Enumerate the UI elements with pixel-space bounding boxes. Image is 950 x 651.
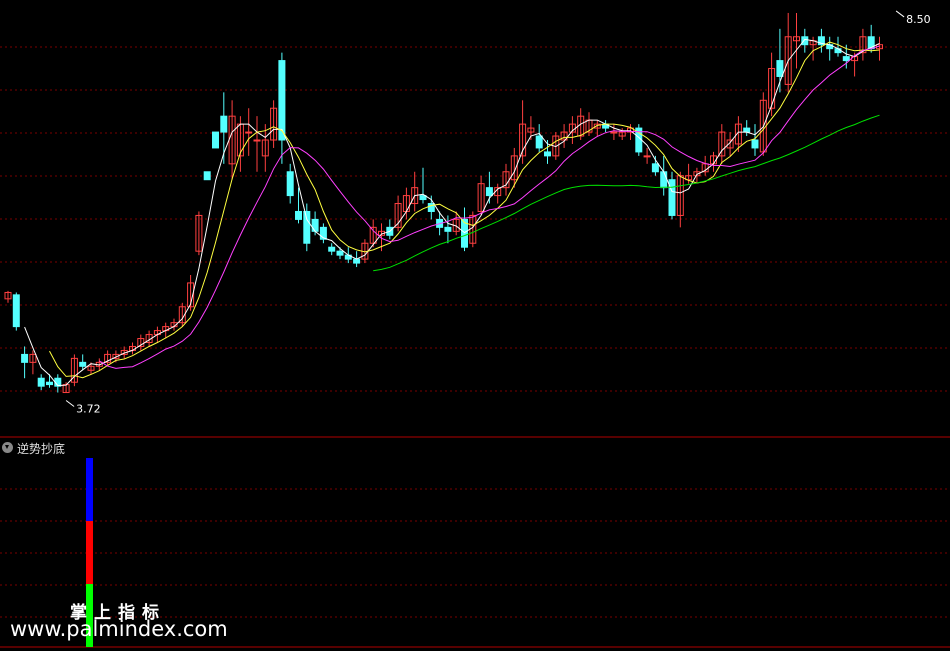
candle-body xyxy=(203,171,211,181)
indicator-title: 逆势抄底 xyxy=(17,442,66,456)
candle-body xyxy=(21,353,29,363)
candle-body xyxy=(37,377,45,387)
candle-body xyxy=(220,115,228,133)
candle-body xyxy=(743,127,751,133)
candle-body xyxy=(535,135,543,149)
candle-body xyxy=(12,294,20,328)
low-price-label: 3.72 xyxy=(76,403,101,416)
high-price-label-arrow xyxy=(895,10,905,18)
candle-body xyxy=(79,361,87,367)
candle-body xyxy=(286,171,294,197)
candle-body xyxy=(776,60,784,77)
indicator-bar-blue xyxy=(86,458,93,521)
candle-body xyxy=(668,179,676,216)
candle-body xyxy=(46,381,53,386)
candle-body xyxy=(311,218,319,232)
high-price-label: 8.50 xyxy=(906,13,931,26)
candle-body xyxy=(643,155,651,158)
candle-body xyxy=(610,131,618,134)
candle-body xyxy=(444,226,452,232)
indicator-bar-red xyxy=(86,521,93,584)
candle-body xyxy=(212,131,219,149)
candle-body xyxy=(245,131,253,134)
candle-body xyxy=(336,250,344,256)
candle-body xyxy=(328,246,336,252)
candle-body xyxy=(751,139,759,149)
candle-body xyxy=(278,60,286,141)
candle-body xyxy=(842,56,850,62)
candle-body xyxy=(801,36,809,46)
candle-body xyxy=(295,210,302,220)
candle-body xyxy=(544,151,551,157)
candle-body xyxy=(303,210,311,244)
candle-body xyxy=(485,187,493,197)
candle-body xyxy=(651,163,659,173)
ma-line-long xyxy=(99,45,880,369)
candle-body xyxy=(353,258,361,264)
ma-line-short xyxy=(24,38,880,387)
candle-body xyxy=(660,171,668,189)
candle-body xyxy=(253,139,261,142)
watermark-url: www.palmindex.com xyxy=(10,617,228,641)
ma-line-longest xyxy=(373,114,880,272)
collapse-icon[interactable] xyxy=(2,442,13,453)
low-price-label-arrow xyxy=(65,400,75,407)
candlestick-chart: 8.50 3.72 xyxy=(0,10,950,648)
